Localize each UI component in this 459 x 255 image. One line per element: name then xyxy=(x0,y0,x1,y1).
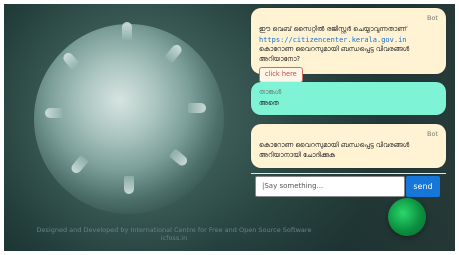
message-text: അതെ xyxy=(259,99,279,108)
registration-link[interactable]: https://citizencenter.kerala.gov.in xyxy=(259,35,438,45)
footer-credit: Designed and Developed by International … xyxy=(36,226,312,234)
bot-message-2: Bot കൊറോണ വൈറസുമായി ബന്ധപ്പെട്ട വിവരങ്ങൾ… xyxy=(251,124,446,168)
message-input[interactable]: |Say something... xyxy=(255,176,405,197)
bot-label: Bot xyxy=(427,130,438,138)
chat-fab-icon[interactable] xyxy=(388,198,426,236)
virus-spike xyxy=(122,22,132,40)
virus-spike xyxy=(45,108,63,118)
message-text: കൊറോണ വൈറസുമായി ബന്ധപ്പെട്ട വിവരങ്ങൾ അറി… xyxy=(259,45,410,63)
bot-message-1: Bot ഈ വെബ് സൈറ്റിൽ രജിസ്റ്റർ ചെയ്യാവുന്ന… xyxy=(251,8,446,83)
user-label: താങ്കൾ xyxy=(259,88,282,96)
footer: Designed and Developed by International … xyxy=(4,226,344,242)
user-message-1: താങ്കൾ അതെ xyxy=(251,82,446,115)
bot-label: Bot xyxy=(427,14,438,22)
click-here-button[interactable]: click here xyxy=(259,67,303,83)
message-input-row: |Say something... send xyxy=(255,176,440,197)
message-text: കൊറോണ വൈറസുമായി ബന്ധപ്പെട്ട വിവരങ്ങൾ അറി… xyxy=(259,141,410,159)
chat-divider xyxy=(251,173,446,174)
message-text: ഈ വെബ് സൈറ്റിൽ രജിസ്റ്റർ ചെയ്യാവുന്നതാണ് xyxy=(259,25,407,34)
virus-spike xyxy=(124,176,134,194)
footer-link[interactable]: icfoss.in xyxy=(4,234,344,242)
send-button[interactable]: send xyxy=(406,176,440,197)
virus-spike xyxy=(188,103,206,113)
